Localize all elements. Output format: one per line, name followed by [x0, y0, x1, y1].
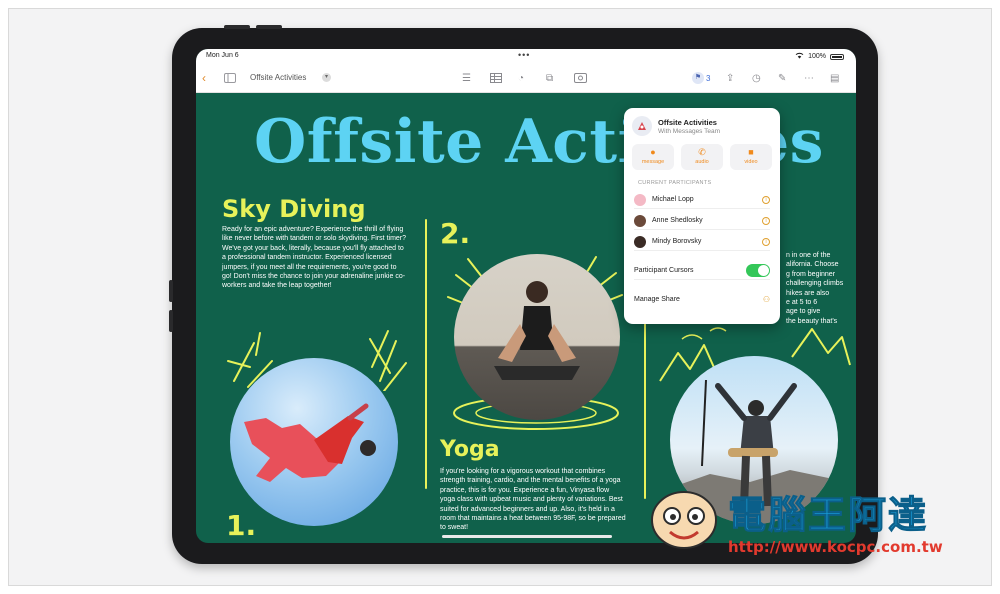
- battery-icon: [830, 53, 844, 60]
- document-setup-icon[interactable]: ▤: [830, 71, 839, 85]
- side-button: [169, 310, 173, 332]
- message-icon: ●: [650, 147, 656, 157]
- participant-cursors-toggle[interactable]: [746, 264, 770, 277]
- section-heading-yoga: Yoga: [440, 437, 500, 462]
- brush-icon[interactable]: ✎: [778, 71, 786, 85]
- document-title-button[interactable]: Offsite Activities: [250, 73, 306, 82]
- chevron-down-icon[interactable]: ▾: [322, 73, 331, 82]
- yoga-photo: [454, 254, 620, 420]
- popover-title: Offsite Activities: [658, 117, 717, 127]
- volume-button: [256, 25, 282, 29]
- body-fragment: hikes are also: [786, 289, 830, 297]
- participant-row[interactable]: Anne Shedlosky i: [634, 212, 770, 230]
- popover-header: Offsite Activities With Messages Team: [632, 116, 720, 136]
- phone-icon: ✆: [698, 147, 706, 157]
- skydiving-photo: [230, 358, 398, 526]
- participant-row[interactable]: Michael Lopp i: [634, 191, 770, 209]
- audio-button[interactable]: ✆ audio: [681, 144, 723, 170]
- sidebar-icon[interactable]: [224, 71, 236, 85]
- body-fragment: g from beginner: [786, 270, 836, 278]
- status-time: Mon Jun 6: [206, 52, 239, 59]
- participant-cursors-label: Participant Cursors: [634, 267, 694, 274]
- column-divider: [425, 219, 427, 489]
- info-icon[interactable]: i: [762, 195, 770, 204]
- collaboration-popover: Offsite Activities With Messages Team ● …: [624, 108, 780, 324]
- clock-icon[interactable]: ◷: [752, 71, 761, 85]
- people-icon: ⚇: [762, 294, 770, 304]
- participants-section-label: CURRENT PARTICIPANTS: [638, 180, 712, 186]
- manage-share-label: Manage Share: [634, 295, 680, 303]
- section-body-yoga: If you're looking for a vigorous workout…: [440, 468, 626, 532]
- media-icon[interactable]: [574, 71, 587, 85]
- avatar: [634, 193, 646, 206]
- multitasking-dots[interactable]: •••: [518, 50, 530, 60]
- document-icon: [638, 122, 646, 130]
- body-fragment: alifornia. Choose: [786, 261, 839, 269]
- shapes-icon[interactable]: ⧉: [546, 71, 553, 85]
- avatar: [634, 214, 646, 227]
- more-icon[interactable]: ⋯: [804, 71, 814, 85]
- participant-name: Mindy Borovsky: [652, 238, 702, 245]
- share-icon[interactable]: ⇪: [726, 71, 734, 85]
- side-button: [169, 280, 173, 302]
- section-body-sky-diving: Ready for an epic adventure? Experience …: [222, 226, 407, 290]
- wifi-icon: [795, 52, 804, 61]
- watermark-url: http://www.kocpc.com.tw: [728, 538, 943, 556]
- ipad-screen: Mon Jun 6 ••• 100% ‹ Offsite Activities …: [196, 49, 856, 543]
- message-label: message: [641, 159, 665, 165]
- body-fragment: n in one of the: [786, 252, 831, 259]
- battery-percent: 100%: [808, 53, 826, 60]
- video-icon: ■: [748, 147, 754, 157]
- section-heading-sky-diving: Sky Diving: [222, 195, 366, 223]
- list-icon[interactable]: ☰: [462, 71, 471, 85]
- audio-label: audio: [695, 159, 709, 165]
- popover-subtitle: With Messages Team: [658, 127, 721, 135]
- body-fragment: challenging climbs: [786, 280, 844, 288]
- section-body-hiking: n in one of the alifornia. Choose g from…: [786, 251, 856, 326]
- watermark-text: 電腦王阿達: [727, 493, 929, 538]
- body-fragment: e at 5 to 6: [786, 299, 818, 307]
- status-bar: Mon Jun 6 ••• 100%: [196, 49, 856, 65]
- collaboration-icon: ⚑: [692, 72, 704, 84]
- watermark: 電腦王阿達 http://www.kocpc.com.tw: [648, 482, 958, 562]
- participant-cursors-row: Participant Cursors: [634, 262, 770, 280]
- chevron-left-icon[interactable]: ‹: [202, 71, 206, 85]
- manage-share-row[interactable]: Manage Share ⚇: [634, 290, 770, 308]
- home-indicator[interactable]: [442, 535, 612, 538]
- section-number-1: 1.: [226, 509, 257, 542]
- message-button[interactable]: ● message: [632, 144, 674, 170]
- collaborators-count: 3: [706, 73, 711, 83]
- group-avatar: [632, 116, 652, 136]
- info-icon[interactable]: i: [762, 237, 770, 246]
- communication-actions: ● message ✆ audio ■ video: [632, 144, 772, 170]
- table-icon[interactable]: [490, 71, 502, 85]
- info-icon[interactable]: i: [762, 216, 770, 225]
- video-button[interactable]: ■ video: [730, 144, 772, 170]
- volume-button: [224, 25, 250, 29]
- toolbar: ‹ Offsite Activities ▾ ☰ ◔ ⧉ ⚑ 3 ⇪ ◷ ✎ ⋯: [196, 65, 856, 93]
- body-fragment: age to give: [786, 308, 821, 316]
- collaborate-button[interactable]: ⚑ 3: [692, 71, 710, 85]
- participant-row[interactable]: Mindy Borovsky i: [634, 233, 770, 251]
- avatar: [634, 235, 646, 248]
- participant-name: Michael Lopp: [652, 196, 694, 203]
- mascot-logo: [651, 491, 717, 549]
- participant-name: Anne Shedlosky: [652, 217, 703, 224]
- status-right: 100%: [795, 52, 844, 61]
- video-label: video: [744, 159, 758, 165]
- chart-icon[interactable]: ◔: [518, 71, 524, 85]
